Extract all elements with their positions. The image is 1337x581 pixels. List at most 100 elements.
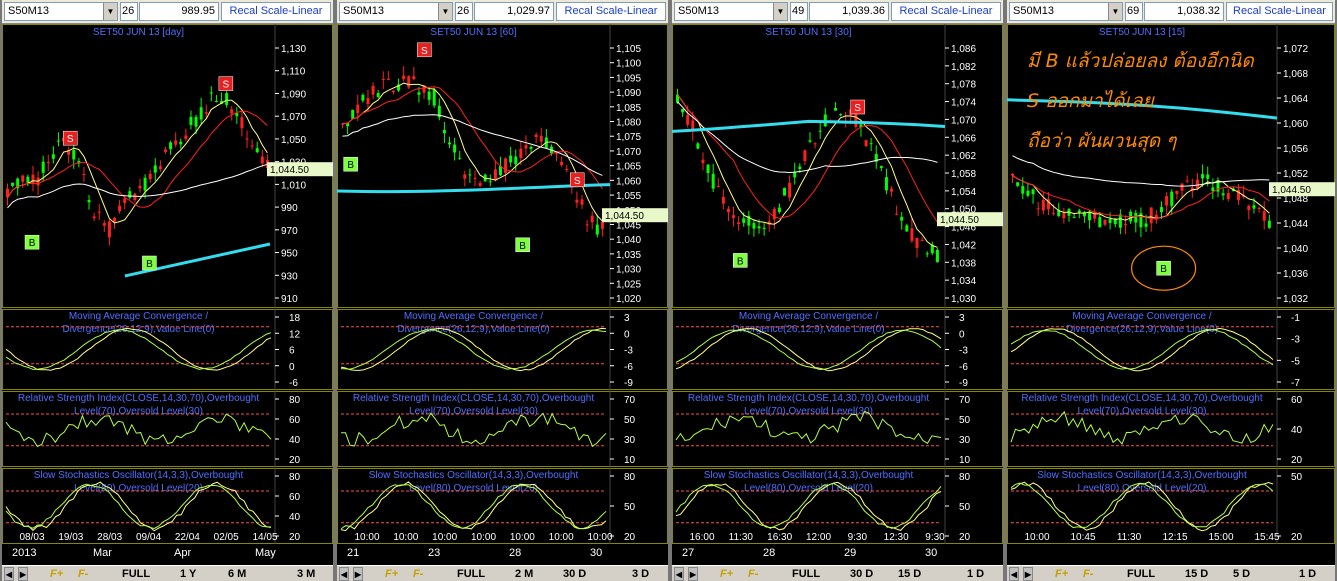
- scroll-left-button[interactable]: ◀: [1009, 567, 1019, 581]
- range-button-3[interactable]: 3 M: [297, 567, 315, 581]
- range-button-2[interactable]: 30 D: [563, 567, 586, 581]
- full-range-button[interactable]: FULL: [457, 567, 485, 581]
- candle: [468, 174, 472, 176]
- chevron-down-icon[interactable]: ▼: [438, 3, 452, 20]
- indicator-tick-label: 60: [289, 492, 301, 503]
- candle: [51, 154, 55, 159]
- zoom-in-button[interactable]: F+: [385, 567, 398, 581]
- main-chart-title: SET50 JUN 13 [day]: [93, 27, 184, 38]
- zoom-out-button[interactable]: F-: [1083, 567, 1093, 581]
- symbol-select[interactable]: S50M13 ▼: [4, 2, 118, 21]
- indicator-tick-label: 0: [289, 362, 295, 373]
- indicator-title: Slow Stochastics Oscillator(14,3,3),Over…: [34, 470, 244, 481]
- recal-scale-button[interactable]: Recal Scale-Linear: [1226, 2, 1333, 21]
- candle: [1149, 207, 1153, 224]
- indicator-tick-label: 10: [624, 455, 636, 466]
- range-button-2[interactable]: 15 D: [898, 567, 921, 581]
- full-range-button[interactable]: FULL: [1127, 567, 1155, 581]
- symbol-select[interactable]: S50M13 ▼: [1009, 2, 1123, 21]
- zoom-in-button[interactable]: F+: [1055, 567, 1068, 581]
- svg-text:B: B: [29, 238, 36, 249]
- period-count-field[interactable]: 49: [790, 2, 808, 21]
- candle: [1175, 190, 1179, 195]
- price-tick-label: 1,075: [616, 132, 641, 143]
- candle: [458, 157, 462, 159]
- candle: [783, 187, 787, 196]
- zoom-in-button[interactable]: F+: [720, 567, 733, 581]
- range-button-3[interactable]: 3 D: [632, 567, 649, 581]
- range-button-1[interactable]: 2 M: [515, 567, 533, 581]
- chart-area[interactable]: SET50 JUN 13 [30] 1,086 1,082 1,078 1,074 1,0…: [672, 24, 1003, 544]
- scroll-right-button[interactable]: ▶: [688, 567, 698, 581]
- ma-fast-line: [342, 82, 603, 222]
- candle: [686, 114, 690, 125]
- ma-long-line: [337, 183, 611, 194]
- recal-scale-button[interactable]: Recal Scale-Linear: [221, 2, 331, 21]
- zoom-out-button[interactable]: F-: [78, 567, 88, 581]
- symbol-value: S50M13: [678, 5, 719, 17]
- price-tick-label: 1,070: [616, 147, 641, 158]
- range-button-2[interactable]: 6 M: [228, 567, 246, 581]
- range-button-2[interactable]: 5 D: [1233, 567, 1250, 581]
- range-button-1[interactable]: 30 D: [850, 567, 873, 581]
- indicator-tick-label: 30: [624, 435, 636, 446]
- indicator-tick-label: 20: [624, 532, 636, 543]
- scroll-left-button[interactable]: ◀: [339, 567, 349, 581]
- symbol-value: S50M13: [8, 5, 49, 17]
- time-axis-label: 11:30: [729, 532, 754, 543]
- scroll-right-button[interactable]: ▶: [18, 567, 28, 581]
- zoom-in-button[interactable]: F+: [50, 567, 63, 581]
- indicator-tick-label: -7: [1291, 378, 1300, 389]
- period-count-field[interactable]: 26: [120, 2, 138, 21]
- zoom-out-button[interactable]: F-: [413, 567, 423, 581]
- candle: [585, 224, 589, 226]
- time-axis-label: 02/05: [214, 532, 239, 543]
- symbol-select[interactable]: S50M13 ▼: [339, 2, 453, 21]
- indicator-tick-label: 3: [624, 313, 630, 324]
- range-button-3[interactable]: 1 D: [1299, 567, 1316, 581]
- scroll-left-button[interactable]: ◀: [674, 567, 684, 581]
- price-tick-label: 1,040: [1283, 244, 1308, 255]
- period-count-field[interactable]: 26: [455, 2, 473, 21]
- timeframe-toolbar: ◀ ▶ F+ F- FULL 30 D 15 D 1 D: [672, 565, 1003, 581]
- candle: [356, 104, 360, 114]
- cursor-price-field: 1,038.32: [1144, 2, 1224, 21]
- buy-signal-marker: B: [142, 255, 157, 271]
- candle: [118, 205, 122, 212]
- chart-area[interactable]: SET50 JUN 13 [day] 1,130 1,110 1,090 1,070 1,…: [2, 24, 333, 544]
- chart-area[interactable]: SET50 JUN 13 [60] 1,105 1,100 1,095 1,090 1,0…: [337, 24, 668, 544]
- full-range-button[interactable]: FULL: [792, 567, 820, 581]
- buy-signal-marker: B: [733, 253, 748, 268]
- zoom-out-button[interactable]: F-: [748, 567, 758, 581]
- candle: [890, 188, 894, 192]
- recal-scale-button[interactable]: Recal Scale-Linear: [891, 2, 1001, 21]
- indicator-tick-label: -9: [959, 378, 968, 389]
- price-tick-label: 1,105: [616, 44, 641, 55]
- chevron-down-icon[interactable]: ▼: [1108, 3, 1122, 20]
- date-axis-label: 30: [590, 547, 603, 559]
- range-button-1[interactable]: 15 D: [1185, 567, 1208, 581]
- symbol-select[interactable]: S50M13 ▼: [674, 2, 788, 21]
- time-axis-label: 14/05: [252, 532, 277, 543]
- rsi-line: [5, 413, 272, 448]
- range-button-3[interactable]: 1 D: [967, 567, 984, 581]
- scroll-right-button[interactable]: ▶: [353, 567, 363, 581]
- candle: [1201, 174, 1205, 179]
- period-count-field[interactable]: 69: [1125, 2, 1143, 21]
- candle: [1206, 174, 1210, 179]
- panel-header: S50M13 ▼ 69 1,038.32 Recal Scale-Linear: [1007, 0, 1335, 24]
- range-button-1[interactable]: 1 Y: [180, 567, 196, 581]
- candle: [793, 172, 797, 178]
- price-tick-label: 1,058: [951, 169, 976, 180]
- full-range-button[interactable]: FULL: [122, 567, 150, 581]
- recal-scale-button[interactable]: Recal Scale-Linear: [556, 2, 666, 21]
- scroll-right-button[interactable]: ▶: [1023, 567, 1033, 581]
- main-chart-title: SET50 JUN 13 [60]: [430, 27, 516, 38]
- chevron-down-icon[interactable]: ▼: [773, 3, 787, 20]
- scroll-left-button[interactable]: ◀: [4, 567, 14, 581]
- candle: [726, 208, 730, 213]
- indicator-tick-label: 80: [289, 395, 301, 406]
- indicator-tick-label: -3: [1291, 335, 1300, 346]
- price-tick-label: 1,040: [616, 235, 641, 246]
- chevron-down-icon[interactable]: ▼: [103, 3, 117, 20]
